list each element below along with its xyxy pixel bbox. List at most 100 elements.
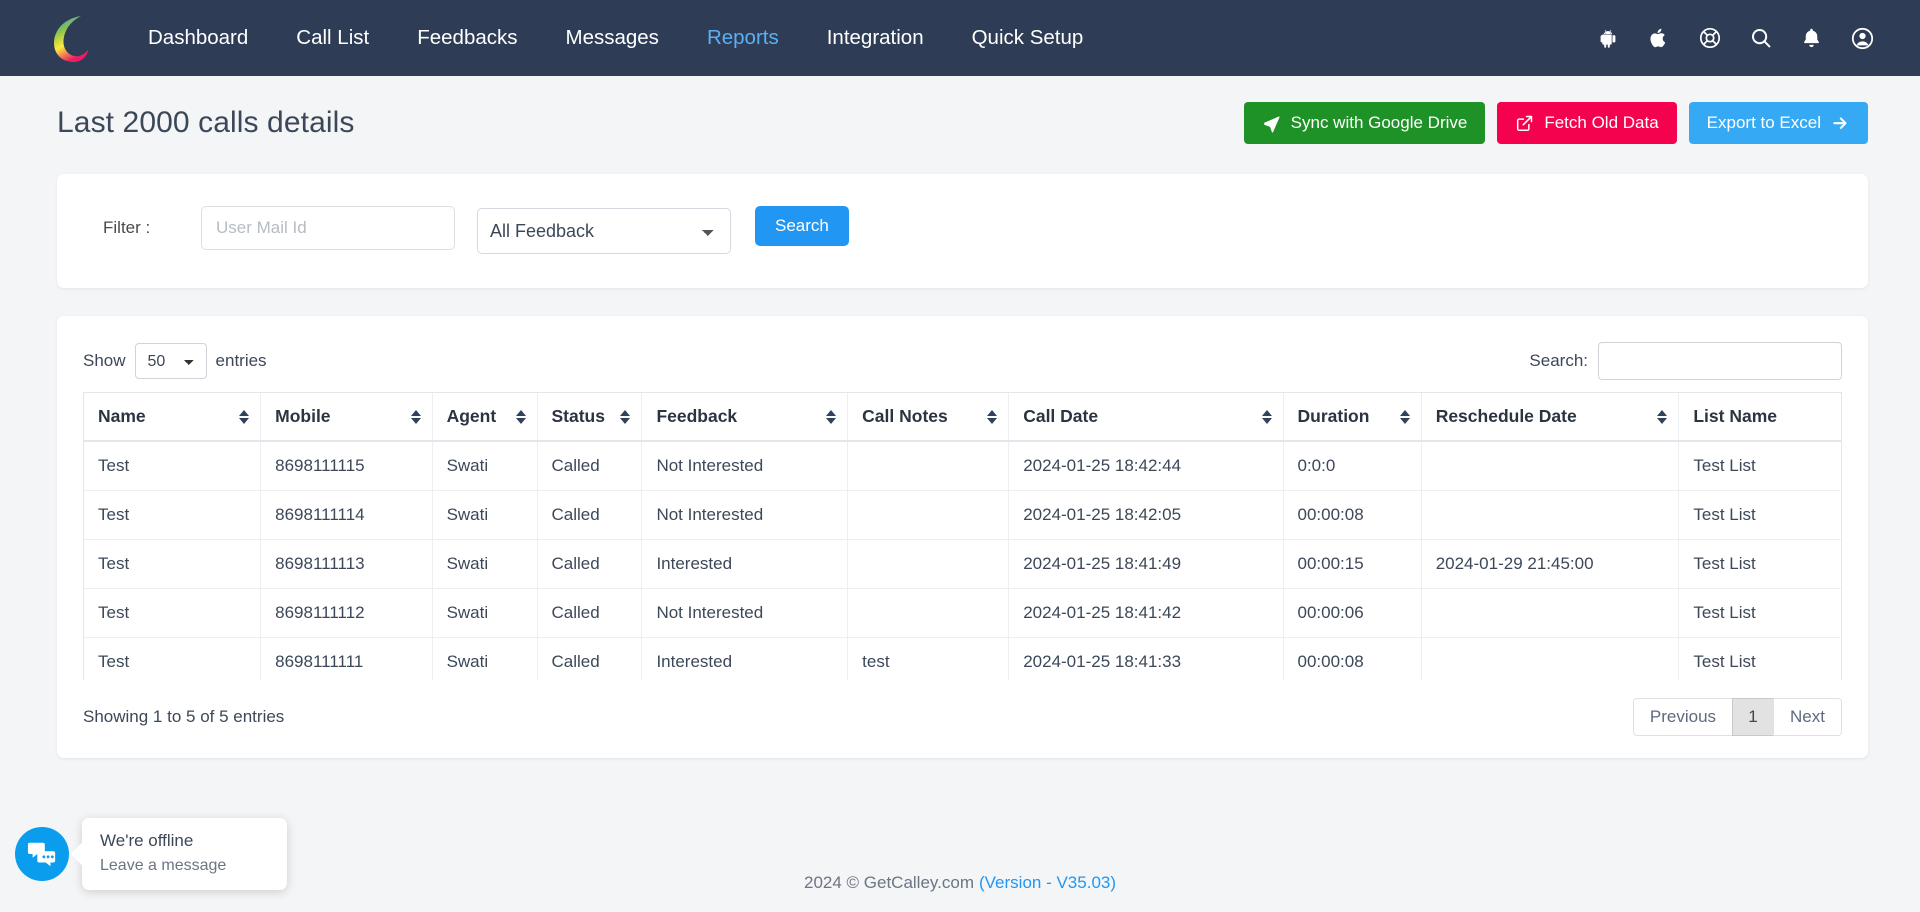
cell-agent: Swati bbox=[432, 491, 537, 540]
navbar-icon-group bbox=[1594, 25, 1884, 52]
column-header-call-notes[interactable]: Call Notes bbox=[848, 393, 1009, 441]
cell-call-date: 2024-01-25 18:41:42 bbox=[1009, 589, 1283, 638]
nav-link-call-list[interactable]: Call List bbox=[272, 0, 393, 76]
table-search-input[interactable] bbox=[1598, 342, 1842, 380]
cell-reschedule-date: 2024-01-29 21:45:00 bbox=[1421, 540, 1679, 589]
sync-with-google-drive-button[interactable]: Sync with Google Drive bbox=[1244, 102, 1486, 144]
table-row[interactable]: Test8698111113SwatiCalledInterested2024-… bbox=[84, 540, 1841, 589]
nav-link-reports[interactable]: Reports bbox=[683, 0, 803, 76]
filter-search-button[interactable]: Search bbox=[755, 206, 849, 246]
calls-table-body: Test8698111115SwatiCalledNot Interested2… bbox=[84, 441, 1841, 680]
header-actions: Sync with Google Drive Fetch Old Data Ex… bbox=[1244, 102, 1868, 144]
table-row[interactable]: Test8698111114SwatiCalledNot Interested2… bbox=[84, 491, 1841, 540]
column-header-status[interactable]: Status bbox=[537, 393, 642, 441]
paper-plane-icon bbox=[1262, 114, 1281, 133]
column-header-reschedule-date[interactable]: Reschedule Date bbox=[1421, 393, 1679, 441]
cell-list-name: Test List bbox=[1679, 589, 1841, 638]
site-footer: 2024 © GetCalley.com (Version - V35.03) bbox=[0, 854, 1920, 912]
cell-call-date: 2024-01-25 18:42:05 bbox=[1009, 491, 1283, 540]
cell-duration: 00:00:15 bbox=[1283, 540, 1421, 589]
fetch-old-data-button[interactable]: Fetch Old Data bbox=[1497, 102, 1676, 144]
arrow-right-icon bbox=[1831, 114, 1850, 133]
sort-icon[interactable] bbox=[1657, 409, 1667, 425]
col-label: Agent bbox=[447, 406, 497, 426]
cell-reschedule-date bbox=[1421, 441, 1679, 491]
col-label: Call Notes bbox=[862, 406, 948, 426]
table-controls: Show 50 entries Search: bbox=[83, 342, 1842, 392]
sort-icon[interactable] bbox=[239, 409, 249, 425]
top-navbar: Dashboard Call List Feedbacks Messages R… bbox=[0, 0, 1920, 76]
column-header-call-date[interactable]: Call Date bbox=[1009, 393, 1283, 441]
column-header-mobile[interactable]: Mobile bbox=[261, 393, 432, 441]
apple-icon[interactable] bbox=[1645, 25, 1672, 52]
cell-feedback: Interested bbox=[642, 638, 848, 681]
pagination-next-button[interactable]: Next bbox=[1773, 698, 1842, 736]
cell-list-name: Test List bbox=[1679, 441, 1841, 491]
nav-link-quick-setup[interactable]: Quick Setup bbox=[948, 0, 1108, 76]
col-label: Feedback bbox=[656, 406, 737, 426]
cell-call-date: 2024-01-25 18:41:49 bbox=[1009, 540, 1283, 589]
export-to-excel-button[interactable]: Export to Excel bbox=[1689, 102, 1868, 144]
cell-call-notes bbox=[848, 491, 1009, 540]
table-footer: Showing 1 to 5 of 5 entries Previous 1 N… bbox=[83, 680, 1842, 736]
user-mail-id-input[interactable] bbox=[201, 206, 455, 250]
chat-offline-tooltip[interactable]: We're offline Leave a message bbox=[82, 818, 287, 890]
sort-icon[interactable] bbox=[1262, 409, 1272, 425]
column-header-list-name[interactable]: List Name bbox=[1679, 393, 1841, 441]
bell-notification-icon[interactable] bbox=[1798, 25, 1825, 52]
chat-widget: We're offline Leave a message bbox=[15, 818, 287, 890]
cell-name: Test bbox=[84, 441, 261, 491]
lifebuoy-support-icon[interactable] bbox=[1696, 25, 1723, 52]
search-icon[interactable] bbox=[1747, 25, 1774, 52]
cell-call-notes bbox=[848, 540, 1009, 589]
sort-icon[interactable] bbox=[411, 409, 421, 425]
table-row[interactable]: Test8698111115SwatiCalledNot Interested2… bbox=[84, 441, 1841, 491]
footer-version-link[interactable]: (Version - V35.03) bbox=[979, 873, 1116, 893]
sort-icon[interactable] bbox=[987, 409, 997, 425]
cell-agent: Swati bbox=[432, 638, 537, 681]
entries-info: Showing 1 to 5 of 5 entries bbox=[83, 707, 284, 727]
sort-icon[interactable] bbox=[826, 409, 836, 425]
pagination-previous-button[interactable]: Previous bbox=[1633, 698, 1733, 736]
column-header-name[interactable]: Name bbox=[84, 393, 261, 441]
table-scroll-area[interactable]: Name Mobile Agent Status Feedback Call N… bbox=[83, 392, 1842, 680]
nav-link-dashboard[interactable]: Dashboard bbox=[124, 0, 272, 76]
cell-mobile: 8698111112 bbox=[261, 589, 432, 638]
nav-links: Dashboard Call List Feedbacks Messages R… bbox=[124, 0, 1107, 76]
sort-icon[interactable] bbox=[516, 409, 526, 425]
column-header-duration[interactable]: Duration bbox=[1283, 393, 1421, 441]
col-label: Name bbox=[98, 406, 146, 426]
user-account-icon[interactable] bbox=[1849, 25, 1876, 52]
column-header-agent[interactable]: Agent bbox=[432, 393, 537, 441]
nav-link-messages[interactable]: Messages bbox=[542, 0, 683, 76]
feedback-filter-select[interactable]: All Feedback bbox=[477, 208, 731, 254]
pagination-page-1-button[interactable]: 1 bbox=[1732, 698, 1774, 736]
nav-link-integration[interactable]: Integration bbox=[803, 0, 948, 76]
android-icon[interactable] bbox=[1594, 25, 1621, 52]
cell-name: Test bbox=[84, 491, 261, 540]
filter-label: Filter : bbox=[89, 206, 201, 250]
nav-link-feedbacks[interactable]: Feedbacks bbox=[393, 0, 541, 76]
col-label: List Name bbox=[1693, 406, 1777, 426]
entries-length-select[interactable]: 50 bbox=[135, 343, 207, 379]
cell-call-date: 2024-01-25 18:42:44 bbox=[1009, 441, 1283, 491]
column-header-feedback[interactable]: Feedback bbox=[642, 393, 848, 441]
cell-list-name: Test List bbox=[1679, 638, 1841, 681]
external-link-icon bbox=[1515, 114, 1534, 133]
brand-logo-icon[interactable] bbox=[48, 12, 94, 64]
col-label: Mobile bbox=[275, 406, 330, 426]
sort-icon[interactable] bbox=[1400, 409, 1410, 425]
cell-agent: Swati bbox=[432, 540, 537, 589]
cell-status: Called bbox=[537, 589, 642, 638]
cell-call-notes bbox=[848, 589, 1009, 638]
table-row[interactable]: Test8698111111SwatiCalledInterestedtest2… bbox=[84, 638, 1841, 681]
footer-copyright: 2024 © GetCalley.com bbox=[804, 873, 974, 893]
filter-row: Filter : All Feedback Search bbox=[89, 206, 1836, 254]
table-row[interactable]: Test8698111112SwatiCalledNot Interested2… bbox=[84, 589, 1841, 638]
show-label: Show bbox=[83, 351, 126, 371]
table-search-control: Search: bbox=[1529, 342, 1842, 380]
page-content: Last 2000 calls details Sync with Google… bbox=[0, 76, 1920, 912]
cell-mobile: 8698111115 bbox=[261, 441, 432, 491]
sort-icon[interactable] bbox=[620, 409, 630, 425]
chat-bubbles-icon[interactable] bbox=[15, 827, 69, 881]
